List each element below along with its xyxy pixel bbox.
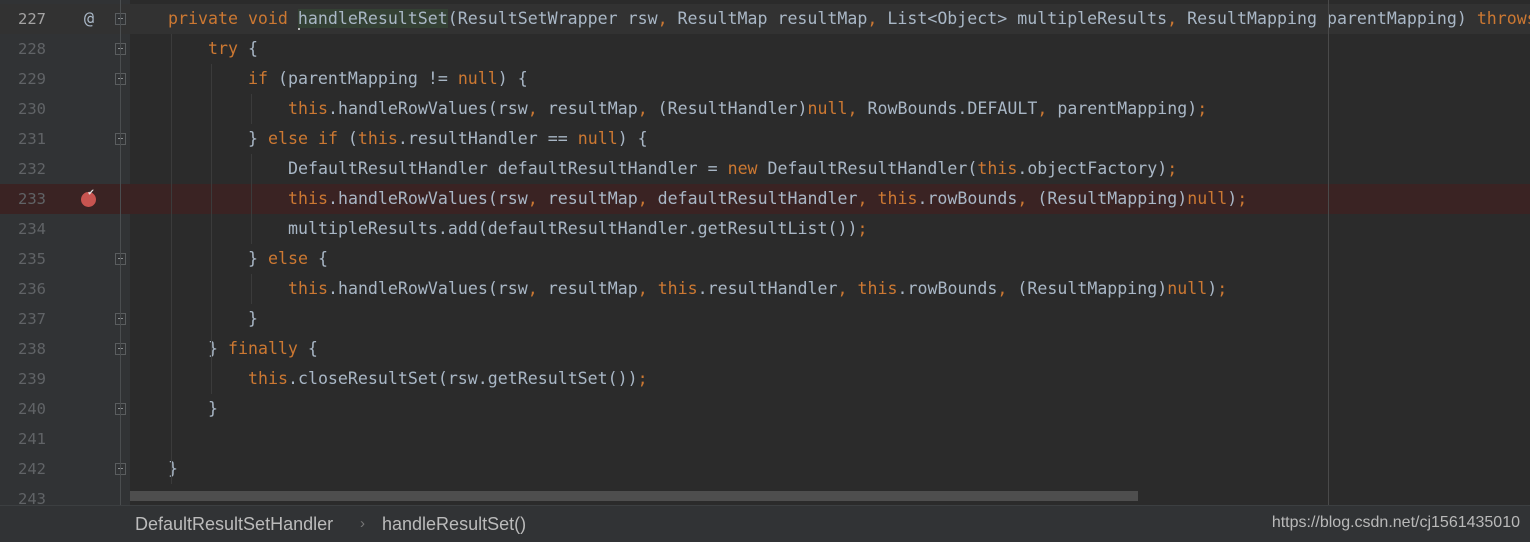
line-number[interactable]: 241 <box>0 424 46 454</box>
indent-guide <box>251 274 252 304</box>
line-number[interactable]: 240 <box>0 394 46 424</box>
fold-line <box>120 0 121 505</box>
watermark: https://blog.csdn.net/cj1561435010 <box>1271 514 1520 531</box>
line-number[interactable]: 235 <box>0 244 46 274</box>
line-number[interactable]: 238 <box>0 334 46 364</box>
line-number[interactable]: 242 <box>0 454 46 484</box>
code-line[interactable]: 233 ✔ this.handleRowValues(rsw, resultMap,… <box>0 184 1530 214</box>
line-number[interactable]: 236 <box>0 274 46 304</box>
line-number[interactable]: 231 <box>0 124 46 154</box>
line-number[interactable]: 237 <box>0 304 46 334</box>
code-line[interactable]: 228 try { <box>0 34 1530 64</box>
code-text[interactable]: } <box>168 454 178 484</box>
code-line[interactable]: 237} <box>0 304 1530 334</box>
code-line[interactable]: 240} <box>0 394 1530 424</box>
code-line[interactable]: 238 } finally { <box>0 334 1530 364</box>
line-number[interactable]: 239 <box>0 364 46 394</box>
code-line[interactable]: 239 this.closeResultSet(rsw.getResultSet(… <box>0 364 1530 394</box>
code-line[interactable]: 234 multipleResults.add(defaultResultHand… <box>0 214 1530 244</box>
code-text[interactable]: private void handleResultSet(ResultSetWr… <box>168 4 1530 34</box>
code-text[interactable]: multipleResults.add(defaultResultHandler… <box>288 214 867 244</box>
code-line[interactable]: 235 } else { <box>0 244 1530 274</box>
line-number[interactable]: 234 <box>0 214 46 244</box>
code-text[interactable]: this.handleRowValues(rsw, resultMap, thi… <box>288 274 1227 304</box>
line-number[interactable]: 232 <box>0 154 46 184</box>
indent-guide <box>211 64 212 394</box>
code-line[interactable]: 241 <box>0 424 1530 454</box>
line-number[interactable]: 227 <box>0 4 46 34</box>
indent-guide <box>251 154 252 244</box>
indent-guide <box>171 34 172 484</box>
line-number[interactable]: 230 <box>0 94 46 124</box>
code-text[interactable]: } else { <box>248 244 328 274</box>
line-number[interactable]: 228 <box>0 34 46 64</box>
code-text[interactable]: if (parentMapping != null) { <box>248 64 528 94</box>
at-sign-icon[interactable]: @ <box>78 4 100 34</box>
code-text[interactable]: } finally { <box>208 334 318 364</box>
code-line[interactable]: 230 this.handleRowValues(rsw, resultMap, … <box>0 94 1530 124</box>
check-icon: ✔ <box>88 187 95 198</box>
breadcrumb-method[interactable]: handleResultSet() <box>382 506 526 542</box>
code-text[interactable]: try { <box>208 34 258 64</box>
breadcrumb-class[interactable]: DefaultResultSetHandler <box>135 506 333 542</box>
code-text[interactable]: } <box>248 304 258 334</box>
code-text[interactable]: this.handleRowValues(rsw, resultMap, def… <box>288 184 1247 214</box>
code-line[interactable]: 232 DefaultResultHandler defaultResultHan… <box>0 154 1530 184</box>
code-line[interactable]: 242} <box>0 454 1530 484</box>
code-text[interactable]: this.handleRowValues(rsw, resultMap, (Re… <box>288 94 1207 124</box>
line-number[interactable]: 233 <box>0 184 46 214</box>
horizontal-scrollbar[interactable] <box>130 491 1138 501</box>
code-line[interactable]: 227 @ private void handleResultSet(ResultS… <box>0 4 1530 34</box>
code-text[interactable]: this.closeResultSet(rsw.getResultSet()); <box>248 364 648 394</box>
right-margin-guide <box>1328 0 1329 505</box>
code-line[interactable]: 229 if (parentMapping != null) { <box>0 64 1530 94</box>
breadcrumb-separator-icon: › <box>360 515 365 532</box>
line-number[interactable]: 229 <box>0 64 46 94</box>
code-text[interactable]: } <box>208 394 218 424</box>
code-line[interactable]: 231 } else if (this.resultHandler == null… <box>0 124 1530 154</box>
indent-guide <box>251 94 252 124</box>
code-text[interactable]: } else if (this.resultHandler == null) { <box>248 124 648 154</box>
code-text[interactable]: DefaultResultHandler defaultResultHandle… <box>288 154 1177 184</box>
code-line[interactable]: 236 this.handleRowValues(rsw, resultMap, … <box>0 274 1530 304</box>
